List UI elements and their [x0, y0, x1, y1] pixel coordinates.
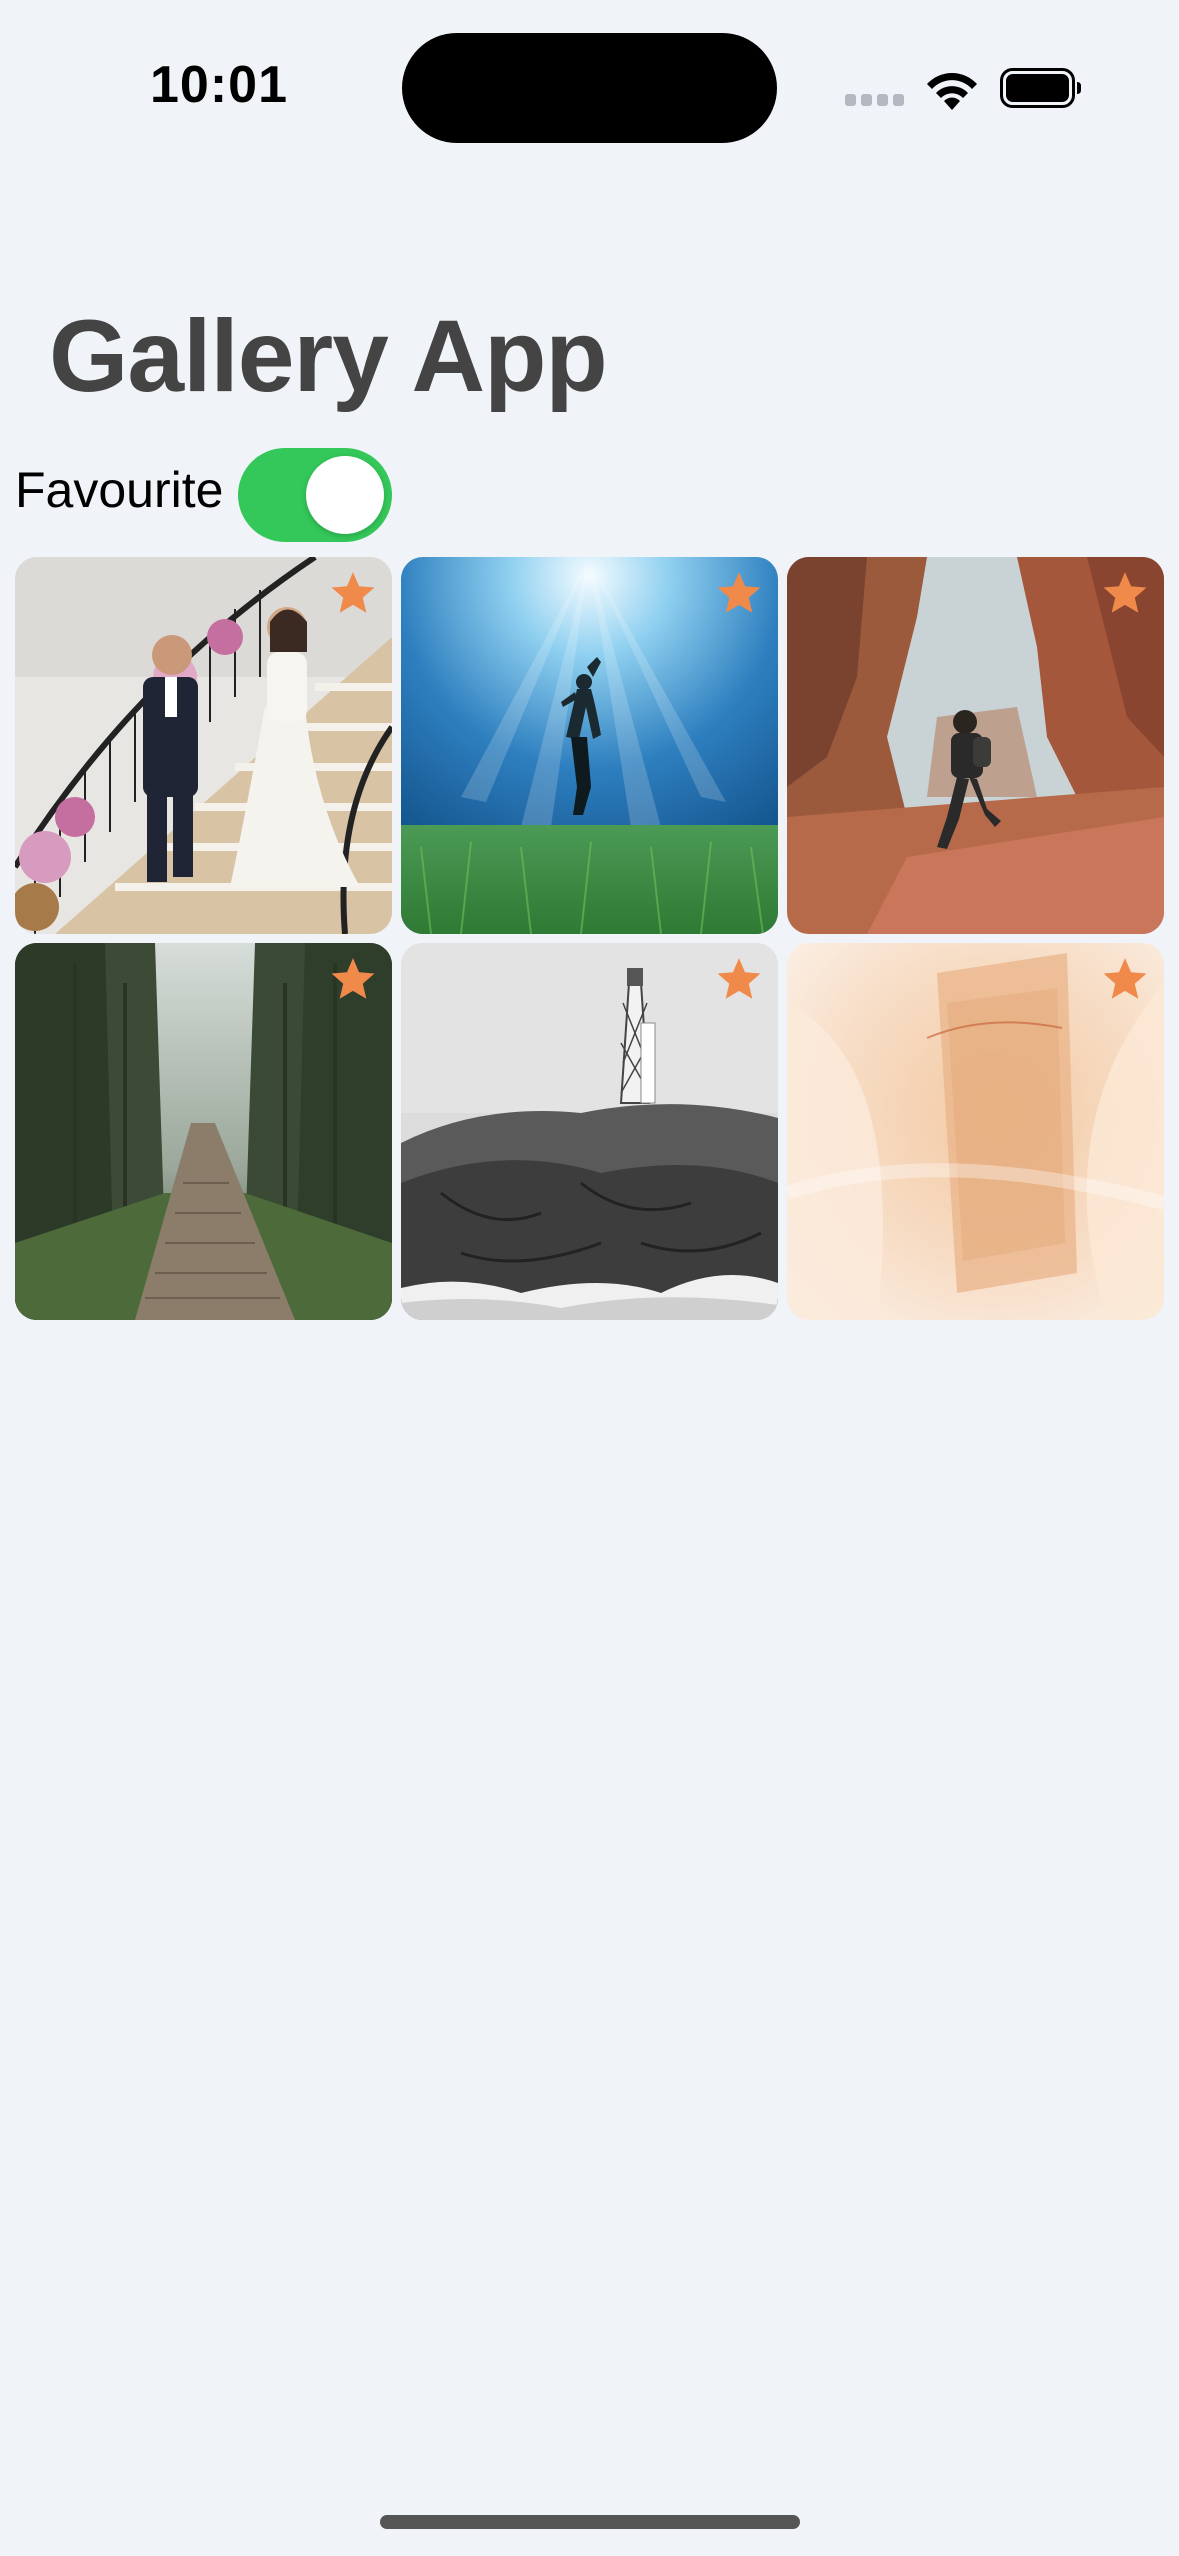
- battery-icon: [1000, 68, 1081, 108]
- favourite-star-icon[interactable]: [1100, 569, 1150, 619]
- photo-grid: [15, 557, 1165, 1320]
- favourite-star-icon[interactable]: [714, 955, 764, 1005]
- photo-tile[interactable]: [15, 943, 392, 1320]
- home-indicator[interactable]: [380, 2515, 800, 2529]
- favourite-toggle[interactable]: [238, 448, 392, 542]
- dynamic-island: [402, 33, 777, 143]
- photo-tile[interactable]: [787, 557, 1164, 934]
- photo-tile[interactable]: [787, 943, 1164, 1320]
- toggle-knob: [306, 456, 384, 534]
- photo-tile[interactable]: [401, 557, 778, 934]
- favourite-star-icon[interactable]: [328, 569, 378, 619]
- favourite-star-icon[interactable]: [714, 569, 764, 619]
- page-title: Gallery App: [49, 299, 608, 413]
- cellular-signal-icon: [845, 94, 905, 108]
- photo-tile[interactable]: [15, 557, 392, 934]
- favourite-label: Favourite: [15, 462, 224, 518]
- photo-tile[interactable]: [401, 943, 778, 1320]
- wifi-icon: [927, 73, 977, 110]
- favourite-star-icon[interactable]: [1100, 955, 1150, 1005]
- favourite-star-icon[interactable]: [328, 955, 378, 1005]
- status-time: 10:01: [150, 56, 288, 114]
